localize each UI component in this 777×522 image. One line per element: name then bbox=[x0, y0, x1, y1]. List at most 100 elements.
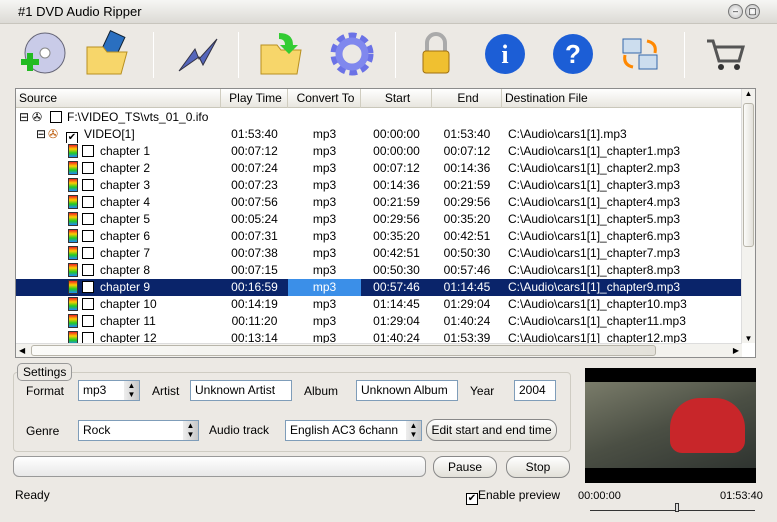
column-source[interactable]: Source bbox=[16, 89, 221, 108]
switch-button[interactable] bbox=[614, 28, 666, 80]
lock-icon bbox=[422, 32, 450, 74]
year-input[interactable]: 2004 bbox=[514, 380, 556, 401]
table-row[interactable]: chapter 11 00:11:20 mp3 01:29:04 01:40:2… bbox=[16, 313, 742, 330]
table-row[interactable]: chapter 7 00:07:38 mp3 00:42:51 00:50:30… bbox=[16, 245, 742, 262]
checkbox[interactable] bbox=[82, 281, 94, 293]
checkbox[interactable] bbox=[82, 196, 94, 208]
end-time: 01:29:04 bbox=[443, 297, 491, 311]
table-row-video[interactable]: ⊟ ✇ ✔ VIDEO[1] 01:53:40 mp3 00:00:00 01:… bbox=[16, 126, 742, 143]
end-time: 01:14:45 bbox=[443, 280, 491, 294]
spin-arrows-icon: ▲ ▼ bbox=[406, 421, 421, 440]
film-reel-icon: ✇ bbox=[32, 110, 43, 124]
convert-button[interactable] bbox=[172, 28, 224, 80]
checkbox[interactable] bbox=[82, 230, 94, 242]
settings-button[interactable] bbox=[326, 28, 378, 80]
audio-track-select[interactable]: English AC3 6chann ▲ ▼ bbox=[285, 420, 422, 441]
table-row-root[interactable]: ⊟ ✇ F:\VIDEO_TS\vts_01_0.ifo bbox=[16, 109, 742, 126]
table-row[interactable]: chapter 1 00:07:12 mp3 00:00:00 00:07:12… bbox=[16, 143, 742, 160]
play-time: 00:07:23 bbox=[231, 178, 278, 192]
year-label: Year bbox=[470, 384, 495, 398]
genre-select[interactable]: Rock ▲ ▼ bbox=[78, 420, 199, 441]
convert-to[interactable]: mp3 bbox=[288, 143, 361, 160]
convert-to[interactable]: mp3 bbox=[288, 262, 361, 279]
album-input[interactable]: Unknown Album bbox=[356, 380, 458, 401]
preview-seek-track[interactable] bbox=[590, 510, 755, 511]
collapse-toggle[interactable]: ⊟ bbox=[36, 126, 46, 143]
format-select[interactable]: mp3 ▲ ▼ bbox=[78, 380, 140, 401]
preview-seek-handle[interactable] bbox=[675, 503, 679, 512]
source-label: F:\VIDEO_TS\vts_01_0.ifo bbox=[67, 110, 209, 124]
checkbox[interactable]: ✔ bbox=[466, 493, 478, 505]
minimize-button[interactable]: – bbox=[728, 4, 743, 19]
table-row[interactable]: chapter 5 00:05:24 mp3 00:29:56 00:35:20… bbox=[16, 211, 742, 228]
buy-button[interactable] bbox=[700, 28, 752, 80]
chapter-icon bbox=[68, 279, 78, 296]
video-preview bbox=[585, 368, 756, 483]
destination-file: C:\Audio\cars1[1].mp3 bbox=[508, 127, 627, 141]
help-button[interactable]: ? bbox=[547, 28, 599, 80]
convert-to[interactable]: mp3 bbox=[288, 228, 361, 245]
table-row[interactable]: chapter 6 00:07:31 mp3 00:35:20 00:42:51… bbox=[16, 228, 742, 245]
destination-file: C:\Audio\cars1[1]_chapter3.mp3 bbox=[508, 178, 681, 192]
column-end[interactable]: End bbox=[432, 89, 502, 108]
scrollbar-thumb[interactable] bbox=[743, 103, 754, 247]
table-row[interactable]: chapter 8 00:07:15 mp3 00:50:30 00:57:46… bbox=[16, 262, 742, 279]
scroll-up-arrow[interactable]: ▲ bbox=[742, 89, 755, 98]
collapse-toggle[interactable]: ⊟ bbox=[19, 109, 29, 126]
destination-file: C:\Audio\cars1[1]_chapter4.mp3 bbox=[508, 195, 681, 209]
convert-to[interactable]: mp3 bbox=[288, 245, 361, 262]
checkbox[interactable]: ✔ bbox=[66, 132, 78, 143]
artist-input[interactable]: Unknown Artist bbox=[190, 380, 292, 401]
destination-file: C:\Audio\cars1[1]_chapter2.mp3 bbox=[508, 161, 681, 175]
open-video-button[interactable] bbox=[82, 28, 134, 80]
enable-preview-checkbox[interactable]: ✔ Enable preview bbox=[466, 488, 560, 505]
add-dvd-button[interactable] bbox=[16, 28, 68, 80]
table-row[interactable]: chapter 2 00:07:24 mp3 00:07:12 00:14:36… bbox=[16, 160, 742, 177]
horizontal-scrollbar[interactable]: ◀ ▶ bbox=[16, 343, 742, 357]
checkbox[interactable] bbox=[82, 315, 94, 327]
output-folder-button[interactable] bbox=[256, 28, 308, 80]
checkbox[interactable] bbox=[82, 162, 94, 174]
table-row[interactable]: chapter 9 00:16:59 mp3 00:57:46 01:14:45… bbox=[16, 279, 742, 296]
table-row[interactable]: chapter 10 00:14:19 mp3 01:14:45 01:29:0… bbox=[16, 296, 742, 313]
register-button[interactable] bbox=[410, 28, 462, 80]
checkbox[interactable] bbox=[82, 247, 94, 259]
edit-start-end-time-button[interactable]: Edit start and end time bbox=[426, 419, 557, 441]
table-row[interactable]: chapter 3 00:07:23 mp3 00:14:36 00:21:59… bbox=[16, 177, 742, 194]
column-destination[interactable]: Destination File bbox=[502, 89, 742, 108]
start-time: 00:35:20 bbox=[373, 229, 420, 243]
column-start[interactable]: Start bbox=[361, 89, 432, 108]
pause-button[interactable]: Pause bbox=[433, 456, 497, 478]
scroll-right-arrow[interactable]: ▶ bbox=[733, 346, 739, 355]
column-convert-to[interactable]: Convert To bbox=[288, 89, 361, 108]
source-label: chapter 5 bbox=[100, 212, 151, 226]
checkbox[interactable] bbox=[82, 179, 94, 191]
convert-to[interactable]: mp3 bbox=[288, 211, 361, 228]
scroll-left-arrow[interactable]: ◀ bbox=[19, 346, 25, 355]
convert-to[interactable]: mp3 bbox=[288, 126, 361, 143]
checkbox[interactable] bbox=[82, 145, 94, 157]
scrollbar-thumb[interactable] bbox=[31, 345, 656, 356]
about-button[interactable]: i bbox=[479, 28, 531, 80]
convert-to[interactable]: mp3 bbox=[288, 279, 361, 296]
scroll-down-arrow[interactable]: ▼ bbox=[742, 334, 755, 343]
checkbox[interactable] bbox=[82, 298, 94, 310]
convert-to[interactable]: mp3 bbox=[288, 194, 361, 211]
disc-add-icon bbox=[21, 32, 66, 74]
convert-to[interactable]: mp3 bbox=[288, 160, 361, 177]
convert-to[interactable]: mp3 bbox=[288, 177, 361, 194]
stop-button[interactable]: Stop bbox=[506, 456, 570, 478]
checkbox[interactable] bbox=[82, 213, 94, 225]
convert-to[interactable]: mp3 bbox=[288, 296, 361, 313]
vertical-scrollbar[interactable]: ▲ ▼ bbox=[741, 89, 755, 343]
column-play-time[interactable]: Play Time bbox=[221, 89, 288, 108]
checkbox[interactable] bbox=[82, 264, 94, 276]
maximize-button[interactable]: ▢ bbox=[745, 4, 760, 19]
play-time: 00:05:24 bbox=[231, 212, 278, 226]
spin-arrows-icon: ▲ ▼ bbox=[183, 421, 198, 440]
end-time: 00:50:30 bbox=[443, 246, 491, 260]
table-row[interactable]: chapter 4 00:07:56 mp3 00:21:59 00:29:56… bbox=[16, 194, 742, 211]
format-label: Format bbox=[26, 384, 65, 398]
convert-to[interactable]: mp3 bbox=[288, 313, 361, 330]
checkbox[interactable] bbox=[50, 111, 62, 123]
